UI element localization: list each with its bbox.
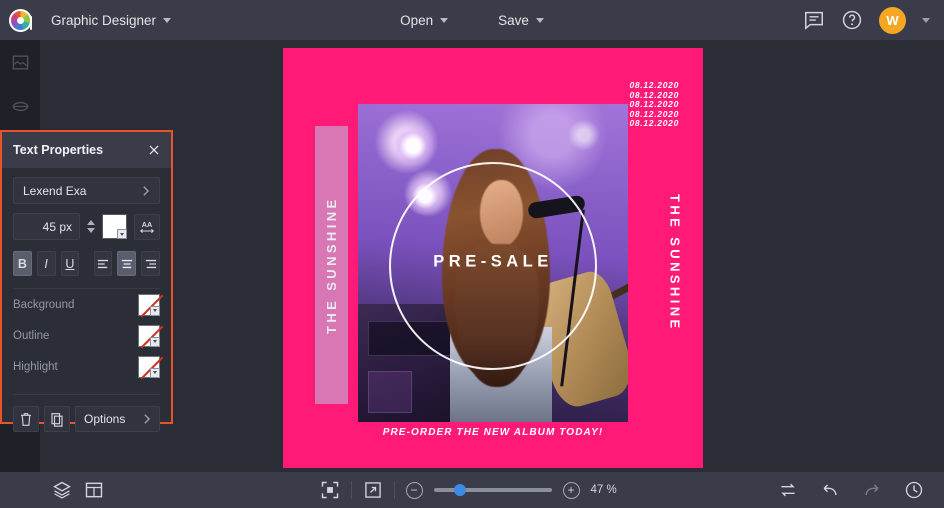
- background-row[interactable]: Background: [13, 289, 160, 320]
- save-label: Save: [498, 12, 529, 28]
- sidebar-item-image[interactable]: [0, 40, 40, 84]
- background-label: Background: [13, 298, 75, 311]
- preview-expand-icon[interactable]: [363, 480, 383, 500]
- trash-icon: [21, 412, 31, 426]
- bottom-bar: − + 47 %: [0, 472, 944, 508]
- align-left-icon: [97, 259, 109, 268]
- align-right-button[interactable]: [141, 251, 160, 276]
- delete-button[interactable]: [13, 406, 39, 432]
- svg-text:AA: AA: [142, 220, 152, 229]
- close-icon[interactable]: [147, 143, 161, 157]
- zoom-in-button[interactable]: +: [562, 481, 580, 499]
- stepper-up-icon[interactable]: [87, 220, 95, 225]
- outline-row[interactable]: Outline: [13, 320, 160, 351]
- outline-color-swatch[interactable]: [138, 324, 160, 347]
- pre-sale-text[interactable]: PRE-SALE: [283, 253, 703, 272]
- color-dropdown-icon[interactable]: [117, 229, 127, 239]
- duplicate-button[interactable]: [44, 406, 70, 432]
- options-label: Options: [84, 412, 126, 426]
- chevron-right-icon: [143, 185, 150, 196]
- divider: [13, 394, 160, 395]
- color-dropdown-icon[interactable]: [150, 336, 160, 347]
- right-vertical-text[interactable]: THE SUNSHINE: [661, 163, 689, 363]
- highlight-label: Highlight: [13, 360, 58, 373]
- underline-button[interactable]: U: [60, 251, 80, 276]
- underline-label: U: [65, 256, 75, 271]
- open-label: Open: [400, 12, 434, 28]
- zoom-out-label: −: [410, 483, 418, 497]
- options-button[interactable]: Options: [75, 406, 160, 432]
- bold-button[interactable]: B: [13, 251, 32, 276]
- panel-footer: Options: [13, 406, 160, 432]
- save-button[interactable]: Save: [485, 7, 557, 34]
- zoom-slider[interactable]: [433, 484, 552, 496]
- align-left-button[interactable]: [93, 251, 113, 276]
- color-dropdown-icon[interactable]: [150, 305, 160, 316]
- redo-icon[interactable]: [862, 480, 882, 500]
- text-properties-panel[interactable]: Text Properties Lexend Exa 45 px AA B I …: [0, 130, 173, 432]
- date-stack: 08.12.2020 08.12.2020 08.12.2020 08.12.2…: [629, 80, 679, 129]
- chevron-down-icon: [440, 17, 449, 23]
- background-color-swatch[interactable]: [138, 293, 160, 316]
- bold-label: B: [17, 256, 27, 271]
- italic-label: I: [44, 256, 48, 271]
- highlight-row[interactable]: Highlight: [13, 351, 160, 382]
- font-family-select[interactable]: Lexend Exa: [13, 177, 160, 204]
- divider: [393, 481, 395, 499]
- align-center-button[interactable]: [117, 251, 137, 276]
- font-size-input[interactable]: 45 px: [13, 213, 80, 240]
- italic-button[interactable]: I: [36, 251, 56, 276]
- zoom-slider-handle[interactable]: [453, 484, 466, 496]
- align-right-icon: [145, 259, 156, 268]
- zoom-level-value: 47 %: [590, 484, 617, 496]
- design-canvas[interactable]: 08.12.2020 08.12.2020 08.12.2020 08.12.2…: [283, 48, 703, 468]
- chevron-down-icon: [535, 17, 544, 23]
- panel-body: Lexend Exa 45 px AA B I U Background Out…: [2, 168, 171, 432]
- format-buttons: B I U: [13, 251, 160, 276]
- panel-title: Text Properties: [13, 143, 104, 157]
- text-color-swatch[interactable]: [102, 214, 127, 239]
- open-button[interactable]: Open: [387, 7, 461, 34]
- app-root: Graphic Designer Open Save W 08.12.2020 …: [0, 0, 944, 508]
- font-size-row: 45 px AA: [13, 213, 160, 240]
- stepper-down-icon[interactable]: [87, 228, 95, 233]
- outline-label: Outline: [13, 329, 50, 342]
- duplicate-icon: [51, 412, 63, 427]
- font-family-value: Lexend Exa: [23, 183, 87, 198]
- letter-spacing-button[interactable]: AA: [134, 213, 160, 240]
- date-line: 08.12.2020: [629, 118, 679, 129]
- highlight-color-swatch[interactable]: [138, 355, 160, 378]
- align-center-icon: [121, 259, 132, 268]
- tagline-text[interactable]: PRE-ORDER THE NEW ALBUM TODAY!: [283, 427, 703, 438]
- chevron-right-icon: [144, 414, 151, 424]
- top-bar: Graphic Designer Open Save W: [0, 0, 944, 40]
- workspace[interactable]: 08.12.2020 08.12.2020 08.12.2020 08.12.2…: [40, 40, 944, 472]
- fit-to-screen-icon[interactable]: [320, 480, 340, 500]
- sidebar-item-shapes[interactable]: [0, 84, 40, 128]
- color-dropdown-icon[interactable]: [150, 367, 160, 378]
- zoom-controls: − + 47 %: [0, 480, 944, 500]
- divider: [350, 481, 352, 499]
- zoom-out-button[interactable]: −: [405, 481, 423, 499]
- zoom-in-label: +: [567, 483, 575, 497]
- font-size-value: 45 px: [42, 219, 72, 234]
- top-center-actions: Open Save: [0, 7, 944, 34]
- font-size-stepper[interactable]: [87, 220, 95, 233]
- panel-header: Text Properties: [2, 132, 171, 168]
